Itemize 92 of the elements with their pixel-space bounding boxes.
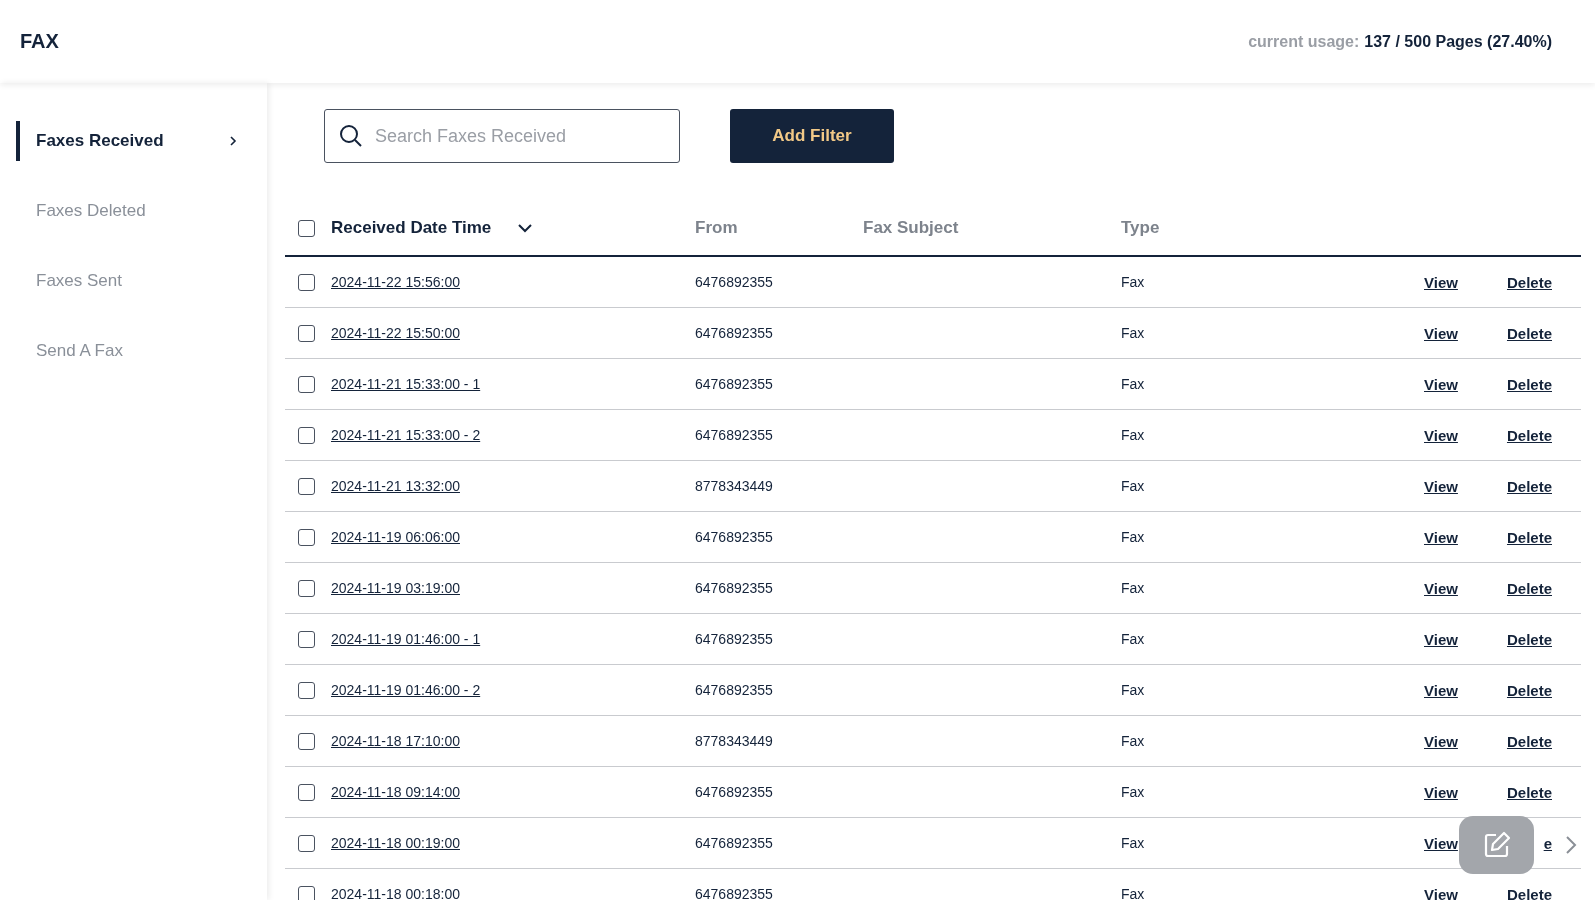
view-link[interactable]: View (1424, 885, 1458, 900)
table-cell: Fax (1121, 631, 1145, 647)
date-link[interactable]: 2024-11-19 06:06:00 (331, 529, 460, 545)
delete-link[interactable]: Delete (1506, 681, 1552, 699)
table-cell: Fax (1121, 427, 1145, 443)
row-checkbox[interactable] (297, 834, 315, 852)
delete-link[interactable]: Delete (1506, 426, 1552, 444)
delete-link[interactable]: Delete (1506, 885, 1552, 900)
date-link[interactable]: 2024-11-18 00:19:00 (331, 835, 460, 851)
column-header: From (695, 218, 738, 237)
search-field[interactable]: Search Faxes Received (324, 109, 680, 163)
sidebar-item[interactable]: Faxes Received (16, 121, 237, 161)
delete-link[interactable]: Delete (1506, 630, 1552, 648)
table-cell: Fax (1121, 733, 1145, 749)
table-cell: Fax (1121, 784, 1145, 800)
table-cell: Fax (1121, 835, 1145, 851)
view-link[interactable]: View (1424, 579, 1458, 597)
chevron-down-icon[interactable] (517, 223, 534, 233)
usage-value: 137 / 500 Pages (27.40%) (1364, 32, 1552, 51)
view-link[interactable]: View (1424, 783, 1458, 801)
row-checkbox[interactable] (297, 477, 315, 495)
row-checkbox[interactable] (297, 732, 315, 750)
chevron-right-icon[interactable] (1565, 835, 1577, 855)
add-filter-button[interactable]: Add Filter (730, 109, 894, 163)
date-link[interactable]: 2024-11-18 09:14:00 (331, 784, 460, 800)
date-link[interactable]: 2024-11-19 03:19:00 (331, 580, 460, 596)
table-cell: 6476892355 (695, 427, 773, 443)
date-link[interactable]: 2024-11-22 15:50:00 (331, 325, 460, 341)
view-link[interactable]: View (1424, 630, 1458, 648)
table-cell: 6476892355 (695, 376, 773, 392)
view-link[interactable]: View (1424, 834, 1458, 852)
view-link[interactable]: View (1424, 324, 1458, 342)
date-link[interactable]: 2024-11-18 00:18:00 (331, 886, 460, 900)
delete-link[interactable]: Delete (1506, 375, 1552, 393)
table-cell: 6476892355 (695, 784, 773, 800)
date-link[interactable]: 2024-11-21 13:32:00 (331, 478, 460, 494)
row-checkbox[interactable] (297, 885, 315, 900)
row-checkbox[interactable] (297, 324, 315, 342)
date-link[interactable]: 2024-11-21 15:33:00 - 1 (331, 376, 481, 392)
row-checkbox[interactable] (297, 375, 315, 393)
chevron-right-icon (229, 135, 237, 147)
date-link[interactable]: 2024-11-18 17:10:00 (331, 733, 460, 749)
table-cell: Fax (1121, 325, 1145, 341)
app-title: FAX (20, 30, 59, 53)
view-link[interactable]: View (1424, 375, 1458, 393)
table-cell: Fax (1121, 886, 1145, 900)
view-link[interactable]: View (1424, 732, 1458, 750)
table-cell: 6476892355 (695, 835, 773, 851)
table-cell: 6476892355 (695, 682, 773, 698)
table-cell: 6476892355 (695, 631, 773, 647)
view-link[interactable]: View (1424, 477, 1458, 495)
column-header[interactable]: Received Date Time (331, 218, 492, 238)
delete-link[interactable]: e (1543, 834, 1552, 852)
table-cell: 6476892355 (695, 580, 773, 596)
date-link[interactable]: 2024-11-19 01:46:00 - 2 (331, 682, 481, 698)
row-checkbox[interactable] (297, 426, 315, 444)
row-checkbox[interactable] (297, 273, 315, 291)
table-cell: 6476892355 (695, 529, 773, 545)
column-header: Type (1121, 218, 1160, 237)
view-link[interactable]: View (1424, 426, 1458, 444)
view-link[interactable]: View (1424, 528, 1458, 546)
column-header: Fax Subject (863, 218, 959, 237)
row-checkbox[interactable] (297, 681, 315, 699)
delete-link[interactable]: Delete (1506, 579, 1552, 597)
date-link[interactable]: 2024-11-21 15:33:00 - 2 (331, 427, 481, 443)
row-checkbox[interactable] (297, 783, 315, 801)
table-cell: 6476892355 (695, 274, 773, 290)
table-cell: Fax (1121, 274, 1145, 290)
delete-link[interactable]: Delete (1506, 477, 1552, 495)
view-link[interactable]: View (1424, 681, 1458, 699)
table-cell: 8778343449 (695, 733, 773, 749)
table-cell: Fax (1121, 580, 1145, 596)
delete-link[interactable]: Delete (1506, 273, 1552, 291)
table-cell: 6476892355 (695, 886, 773, 900)
table-cell: Fax (1121, 682, 1145, 698)
row-checkbox[interactable] (297, 528, 315, 546)
delete-link[interactable]: Delete (1506, 324, 1552, 342)
date-link[interactable]: 2024-11-19 01:46:00 - 1 (331, 631, 481, 647)
table-cell: 6476892355 (695, 325, 773, 341)
row-checkbox[interactable] (297, 630, 315, 648)
table-cell: 8778343449 (695, 478, 773, 494)
table-cell: Fax (1121, 376, 1145, 392)
usage-label: current usage: (1248, 32, 1360, 51)
view-link[interactable]: View (1424, 273, 1458, 291)
select-all-checkbox[interactable] (297, 219, 315, 237)
date-link[interactable]: 2024-11-22 15:56:00 (331, 274, 460, 290)
table-cell: Fax (1121, 529, 1145, 545)
delete-link[interactable]: Delete (1506, 783, 1552, 801)
delete-link[interactable]: Delete (1506, 732, 1552, 750)
row-checkbox[interactable] (297, 579, 315, 597)
delete-link[interactable]: Delete (1506, 528, 1552, 546)
table-cell: Fax (1121, 478, 1145, 494)
